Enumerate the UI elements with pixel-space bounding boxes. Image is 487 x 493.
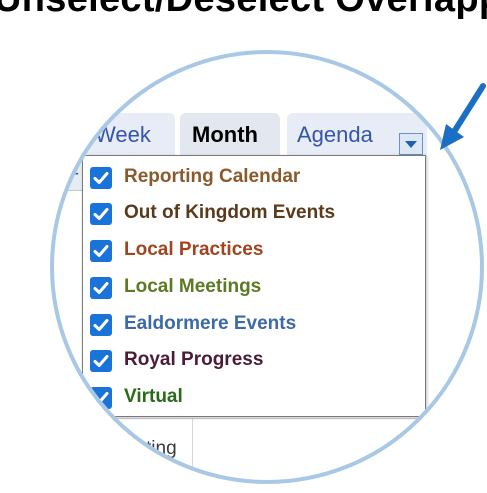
checkbox-checked-icon[interactable] — [90, 277, 112, 299]
menu-item-label: Royal Progress — [124, 349, 264, 370]
tab-partial[interactable]: nt — [54, 113, 84, 157]
tab-agenda-label: Agenda — [297, 122, 373, 147]
calendar-filter-dropdown-button[interactable] — [399, 133, 423, 155]
grid-line-vertical — [192, 418, 193, 480]
menu-item-label: Ealdormere Events — [124, 313, 297, 334]
page-heading: Unselect/Deselect Overlapping — [0, 0, 487, 21]
checkbox-checked-icon[interactable] — [90, 167, 112, 189]
checkbox-checked-icon[interactable] — [90, 314, 112, 336]
screenshot-stage: Unselect/Deselect Overlapping nt Week Mo… — [0, 0, 487, 493]
tab-week[interactable]: Week — [87, 113, 175, 157]
pointer-arrow-icon — [440, 83, 486, 150]
menu-item-label: Local Meetings — [124, 276, 262, 297]
calendar-event-text[interactable]: Painting — [108, 438, 177, 460]
checkbox-checked-icon[interactable] — [90, 350, 112, 372]
magnifier-lens: nt Week Month Agenda F Painting — [54, 54, 480, 480]
menu-item-label: Reporting Calendar — [124, 166, 301, 187]
chevron-down-icon — [405, 141, 417, 148]
menu-item-label: Out of Kingdom Events — [124, 202, 336, 223]
checkbox-checked-icon[interactable] — [90, 240, 112, 262]
checkbox-checked-icon[interactable] — [90, 203, 112, 225]
day-header-text: F — [67, 163, 80, 185]
tab-partial-label: nt — [54, 122, 63, 147]
checkbox-checked-icon[interactable] — [90, 387, 112, 409]
tab-week-label: Week — [95, 122, 151, 147]
grid-line-horizontal — [54, 418, 480, 419]
tab-month[interactable]: Month — [180, 113, 280, 157]
menu-item-label: Local Practices — [124, 239, 264, 260]
tab-month-label: Month — [192, 122, 258, 147]
menu-item-label: Virtual — [124, 386, 183, 407]
